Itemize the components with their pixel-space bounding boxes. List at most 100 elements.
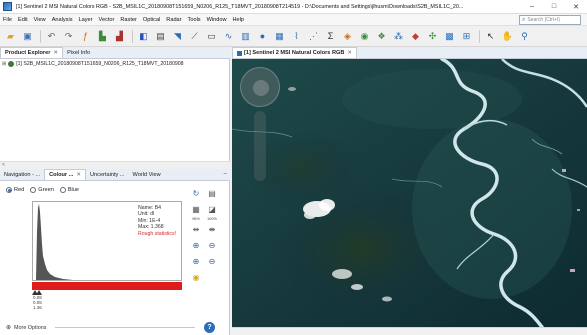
stretch-slider[interactable] bbox=[32, 290, 182, 300]
menu-raster[interactable]: Raster bbox=[117, 17, 139, 23]
band-maths-icon[interactable]: ƒ bbox=[78, 29, 93, 44]
zoom-vertical-icon[interactable]: ⊕ bbox=[189, 238, 203, 252]
layer-editor-icon[interactable]: ❖ bbox=[374, 29, 389, 44]
zoom-in-icon[interactable]: ⊕ bbox=[189, 254, 203, 268]
rgb-image-icon[interactable]: ◧ bbox=[136, 29, 151, 44]
window-title: [1] Sentinel 2 MSI Natural Colors RGB - … bbox=[16, 3, 464, 10]
horizontal-scrollbar[interactable]: < bbox=[0, 161, 230, 168]
menu-help[interactable]: Help bbox=[230, 17, 248, 23]
quicklook-icon[interactable]: ◆ bbox=[408, 29, 423, 44]
toolbar-separator bbox=[479, 29, 480, 43]
channel-selector: Red Green Blue bbox=[6, 187, 85, 193]
draw-rectangle-icon[interactable]: ▭ bbox=[204, 29, 219, 44]
zoom-tool-icon[interactable]: ⚲ bbox=[517, 29, 532, 44]
tab-world-view[interactable]: World View bbox=[129, 169, 165, 180]
menu-radar[interactable]: Radar bbox=[163, 17, 184, 23]
tab-label: Colour ... bbox=[49, 172, 74, 178]
pin-icon[interactable]: ◥ bbox=[170, 29, 185, 44]
tab-label: [1] Sentinel 2 MSI Natural Colors RGB bbox=[244, 50, 345, 56]
tie-point-icon[interactable]: ⁂ bbox=[391, 29, 406, 44]
zoom-out-icon[interactable]: ⊖ bbox=[205, 254, 219, 268]
spectrum-icon[interactable]: ∿ bbox=[221, 29, 236, 44]
histogram-icon[interactable]: ▥ bbox=[238, 29, 253, 44]
product-name: [1] S2B_MSIL1C_20180908T151659_N0206_R12… bbox=[16, 61, 184, 67]
radio-blue[interactable] bbox=[59, 187, 66, 193]
maximize-button[interactable]: □ bbox=[543, 0, 565, 14]
scatter-plot-icon[interactable]: ⋰ bbox=[306, 29, 321, 44]
product-icon bbox=[8, 61, 15, 67]
profile-plot-icon[interactable]: ⌇ bbox=[289, 29, 304, 44]
panel-minimize-button[interactable]: – bbox=[224, 171, 227, 177]
pan-navigation-control[interactable] bbox=[240, 67, 280, 107]
information-icon[interactable]: ● bbox=[255, 29, 270, 44]
pan-tool-icon[interactable]: ✋ bbox=[500, 29, 515, 44]
main-toolbar: ▰ ▣ ↶ ↷ ƒ ▙ ▟ ◧ ▤ ◥ ⟋ ▭ ∿ ▥ ● ▦ ⌇ ⋰ Σ ◈ … bbox=[0, 26, 587, 47]
sum-icon[interactable]: Σ bbox=[323, 29, 338, 44]
tab-pixel-info[interactable]: Pixel Info bbox=[63, 47, 94, 58]
lower-panel-tabs: Navigation - ... Colour ... ✕ Uncertaint… bbox=[0, 169, 230, 181]
mask-manager-icon[interactable]: ◈ bbox=[340, 29, 355, 44]
satellite-image bbox=[232, 59, 587, 327]
zoom-horizontal-icon[interactable]: ⊖ bbox=[205, 238, 219, 252]
import-icon[interactable]: ▤ bbox=[205, 186, 219, 200]
colour-manipulation-panel: Red Green Blue Name: B4 Unit: dl Min: 1E… bbox=[0, 181, 230, 335]
menu-window[interactable]: Window bbox=[204, 17, 230, 23]
colour-stretch-bar[interactable] bbox=[32, 282, 182, 290]
close-icon[interactable]: ✕ bbox=[53, 50, 58, 56]
tab-uncertainty[interactable]: Uncertainty ... bbox=[86, 169, 129, 180]
info-toggle-icon[interactable]: ◉ bbox=[189, 270, 203, 284]
minimize-button[interactable]: – bbox=[521, 0, 543, 14]
tab-label: Pixel Info bbox=[67, 49, 91, 56]
layer-icon[interactable]: ▤ bbox=[153, 29, 168, 44]
graph-builder-icon[interactable]: ▙ bbox=[95, 29, 110, 44]
radio-green[interactable] bbox=[30, 187, 37, 193]
product-explorer-tabs: Product Explorer ✕ Pixel Info bbox=[0, 47, 230, 59]
product-explorer: ⊞ [1] S2B_MSIL1C_20180908T151659_N0206_R… bbox=[0, 59, 230, 168]
tab-image-view[interactable]: [1] Sentinel 2 MSI Natural Colors RGB ✕ bbox=[232, 47, 358, 58]
open-product-icon[interactable]: ▰ bbox=[3, 29, 18, 44]
close-icon[interactable]: ✕ bbox=[347, 50, 352, 56]
search-input[interactable]: ⌕ Search (Ctrl+I) bbox=[519, 15, 581, 25]
menu-analysis[interactable]: Analysis bbox=[49, 17, 76, 23]
expand-icon[interactable]: ⊞ bbox=[2, 61, 6, 67]
redo-icon[interactable]: ↷ bbox=[61, 29, 76, 44]
reset-icon[interactable]: ↻ bbox=[189, 186, 203, 200]
tree-item-product[interactable]: ⊞ [1] S2B_MSIL1C_20180908T151659_N0206_R… bbox=[2, 61, 228, 67]
tab-colour-manipulation[interactable]: Colour ... ✕ bbox=[44, 169, 87, 180]
snap-app-icon bbox=[3, 2, 12, 11]
menu-optical[interactable]: Optical bbox=[140, 17, 163, 23]
radio-label-blue: Blue bbox=[67, 187, 80, 193]
menu-edit[interactable]: Edit bbox=[15, 17, 31, 23]
export-icon[interactable]: ▦ bbox=[189, 202, 203, 216]
undo-icon[interactable]: ↶ bbox=[44, 29, 59, 44]
menu-tools[interactable]: Tools bbox=[185, 17, 204, 23]
tab-navigation[interactable]: Navigation - ... bbox=[0, 169, 44, 180]
world-map-icon[interactable]: ◉ bbox=[357, 29, 372, 44]
help-icon[interactable]: ? bbox=[204, 322, 215, 333]
more-options-toggle[interactable]: ⊕ More Options bbox=[6, 324, 46, 332]
draw-line-icon[interactable]: ⟋ bbox=[187, 29, 202, 44]
tab-product-explorer[interactable]: Product Explorer ✕ bbox=[0, 47, 64, 58]
pan-center-button[interactable] bbox=[253, 80, 269, 96]
stretch-95-icon[interactable]: ⇹ bbox=[189, 222, 203, 236]
scroll-left-arrow[interactable]: < bbox=[2, 162, 5, 168]
menu-file[interactable]: File bbox=[0, 17, 15, 23]
menu-vector[interactable]: Vector bbox=[96, 17, 118, 23]
graticule-icon[interactable]: ▩ bbox=[442, 29, 457, 44]
select-tool-icon[interactable]: ↖ bbox=[483, 29, 498, 44]
satellite-image-view[interactable] bbox=[232, 59, 587, 327]
save-product-icon[interactable]: ▣ bbox=[20, 29, 35, 44]
time-series-icon[interactable]: ⊞ bbox=[459, 29, 474, 44]
menu-layer[interactable]: Layer bbox=[76, 17, 96, 23]
close-icon[interactable]: ✕ bbox=[76, 172, 81, 178]
image-view-icon bbox=[237, 50, 242, 56]
zoom-slider-control[interactable] bbox=[254, 111, 266, 181]
multi-apply-icon[interactable]: ◪ bbox=[205, 202, 219, 216]
radio-red[interactable] bbox=[6, 187, 12, 193]
stretch-100-icon[interactable]: ⇼ bbox=[205, 222, 219, 236]
menu-view[interactable]: View bbox=[31, 17, 49, 23]
statistics-icon[interactable]: ▦ bbox=[272, 29, 287, 44]
chart-icon[interactable]: ▟ bbox=[112, 29, 127, 44]
close-button[interactable]: ✕ bbox=[565, 0, 587, 14]
pixel-info-icon[interactable]: ✣ bbox=[425, 29, 440, 44]
